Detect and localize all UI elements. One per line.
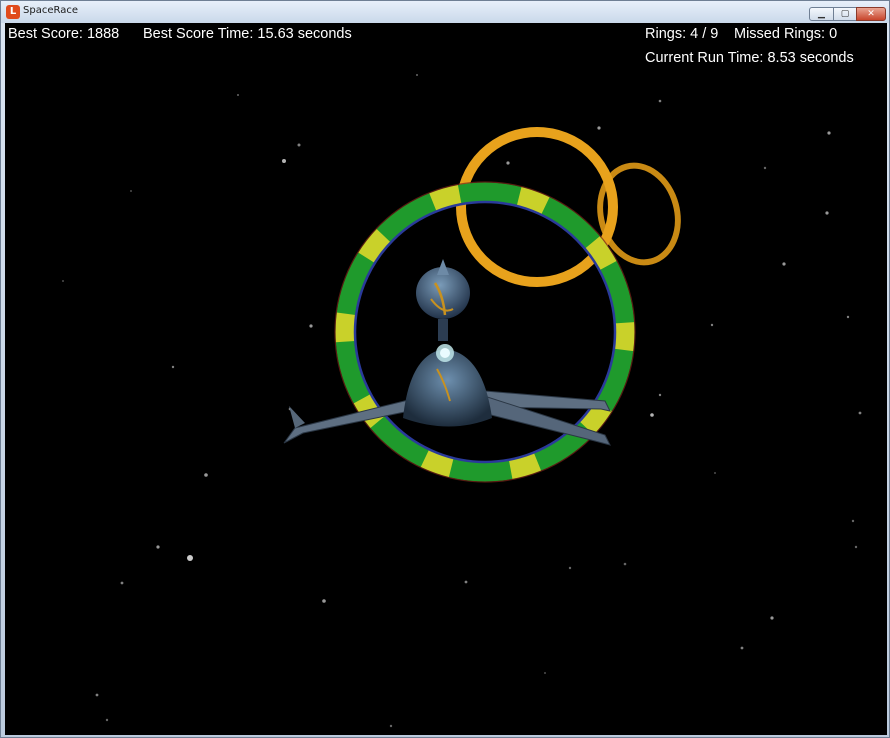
best-score-time-label: Best Score Time: 15.63 seconds: [143, 26, 352, 42]
space-scene: [62, 74, 862, 728]
current-run-time-label: Current Run Time: 8.53 seconds: [645, 50, 854, 66]
app-icon: L: [6, 5, 20, 19]
close-button[interactable]: ✕: [856, 7, 886, 21]
missed-rings-counter: Missed Rings: 0: [734, 26, 838, 42]
minimize-button[interactable]: ▁: [809, 7, 834, 21]
window-title: SpaceRace: [23, 5, 78, 16]
title-bar[interactable]: L SpaceRace ▁ ▢ ✕: [1, 1, 889, 23]
best-score-label: Best Score: 1888: [8, 26, 120, 42]
maximize-button[interactable]: ▢: [833, 7, 857, 21]
rings-counter: Rings: 4 / 9: [645, 26, 719, 42]
app-window: L SpaceRace ▁ ▢ ✕ Best Score: 1888 Best …: [0, 0, 890, 738]
spaceship: [283, 259, 611, 446]
game-viewport[interactable]: Best Score: 1888 Best Score Time: 15.63 …: [5, 23, 887, 735]
